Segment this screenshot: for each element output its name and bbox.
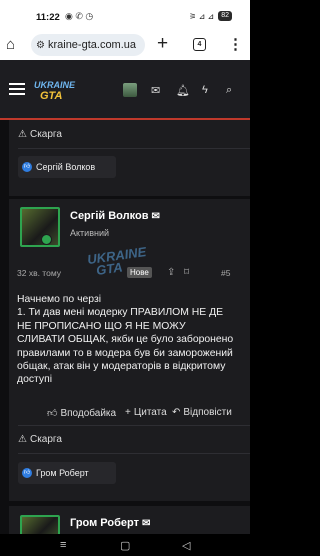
lightning-icon[interactable]: ϟ <box>202 84 208 96</box>
divider <box>18 453 250 454</box>
battery-icon: 82 <box>218 11 232 21</box>
warning-icon: ⚠ <box>18 434 27 445</box>
likes-summary[interactable]: 👍︎ Сергій Волков <box>18 156 116 178</box>
message-icon[interactable]: ✉ <box>142 518 150 529</box>
notification-icons: ◉ ✆ ◷ <box>65 11 94 21</box>
online-status-icon <box>41 234 52 245</box>
back-icon[interactable]: ◁ <box>182 539 190 552</box>
home-nav-icon[interactable]: ▢ <box>120 539 130 552</box>
home-icon[interactable]: ⌂ <box>6 36 15 53</box>
user-title: Активний <box>70 228 109 238</box>
search-icon[interactable]: ⌕ <box>226 84 232 97</box>
thumbs-up-icon: 👍︎ <box>47 408 58 419</box>
system-nav-bar: ≡ ▢ ◁ <box>0 534 250 556</box>
post-card: Сергій Волков ✉ Активний UKRAINE GTA 32 … <box>9 199 250 501</box>
thumbs-up-icon: 👍︎ <box>22 162 32 172</box>
warning-icon: ⚠ <box>18 129 27 140</box>
plus-icon: + <box>125 407 131 418</box>
status-time: 11:22 <box>36 12 60 23</box>
new-tab-icon[interactable]: + <box>157 33 168 55</box>
site-header: UKRAINE GTA ✉ 🔔︎ ϟ ⌕ <box>0 60 250 120</box>
logo-text-1: UKRAINE <box>34 80 76 90</box>
likes-user: Сергій Волков <box>36 162 96 172</box>
bookmark-icon[interactable]: ⌑ <box>184 267 189 278</box>
recents-icon[interactable]: ≡ <box>60 539 66 551</box>
share-icon[interactable]: ⇪ <box>167 267 175 278</box>
inbox-icon[interactable]: ✉ <box>151 84 160 97</box>
message-icon[interactable]: ✉ <box>152 211 160 222</box>
reply-button[interactable]: ↶ Відповісти <box>172 407 232 418</box>
like-button[interactable]: 👍︎ Вподобайка <box>47 407 116 420</box>
new-badge: Нове <box>127 267 152 278</box>
likes-summary[interactable]: 👍︎ Гром Роберт <box>18 462 116 484</box>
menu-icon[interactable]: ⋮ <box>228 35 243 53</box>
quote-button[interactable]: + Цитата <box>125 407 167 418</box>
site-logo[interactable]: UKRAINE GTA <box>34 77 75 105</box>
reply-icon: ↶ <box>172 407 181 418</box>
report-link[interactable]: ⚠ Скарга <box>18 434 62 445</box>
signal-icon: ⚞ ⊿ ⊿ <box>189 11 215 21</box>
address-bar[interactable]: ⚙ kraine-gta.com.ua <box>31 34 145 56</box>
bell-icon[interactable]: 🔔︎ <box>176 84 190 97</box>
browser-toolbar: ⌂ ⚙ kraine-gta.com.ua + 4 ⋮ <box>0 30 250 60</box>
post-body: Начнемо по черзі 1. Ти дав мені модерку … <box>17 294 234 386</box>
hamburger-icon[interactable] <box>9 83 25 95</box>
post-username[interactable]: Гром Роберт ✉ <box>70 517 150 529</box>
site-settings-icon[interactable]: ⚙ <box>36 40 45 51</box>
report-link[interactable]: ⚠ Скарга <box>18 129 62 140</box>
divider <box>18 425 250 426</box>
post-number[interactable]: #5 <box>221 268 230 278</box>
report-label: Скарга <box>29 129 62 140</box>
post-username[interactable]: Сергій Волков ✉ <box>70 210 160 222</box>
status-bar: 11:22 ◉ ✆ ◷ ⚞ ⊿ ⊿ 82 <box>0 0 250 30</box>
previous-post-footer: ⚠ Скарга 👍︎ Сергій Волков <box>9 120 250 196</box>
tab-switcher-button[interactable]: 4 <box>193 38 206 51</box>
url-text: kraine-gta.com.ua <box>47 39 137 51</box>
post-time[interactable]: 32 хв. тому <box>17 268 61 278</box>
divider <box>18 148 250 149</box>
next-post-card: Гром Роберт ✉ <box>9 506 250 540</box>
thumbs-up-icon: 👍︎ <box>22 468 32 478</box>
logo-text-2: GTA <box>40 90 63 102</box>
account-avatar[interactable] <box>123 83 137 97</box>
user-avatar[interactable] <box>20 207 60 247</box>
